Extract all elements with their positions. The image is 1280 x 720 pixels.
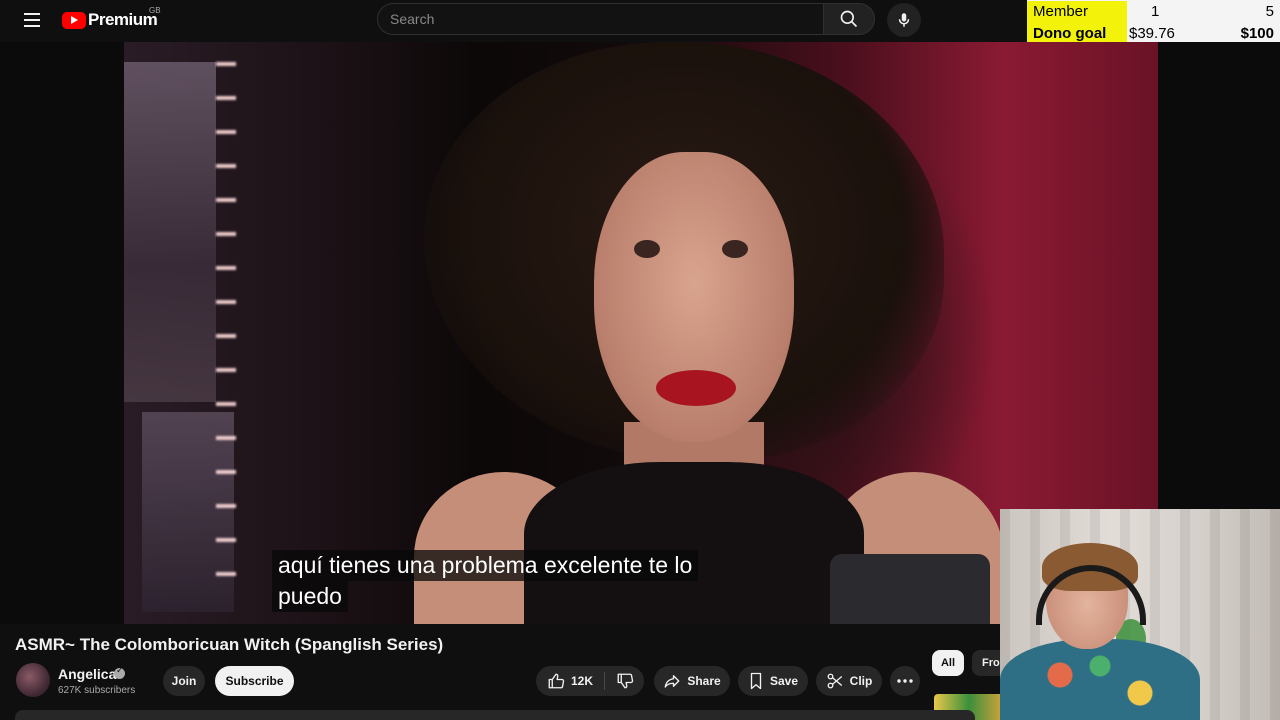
like-button[interactable]: 12K [536,666,604,696]
verified-icon [114,666,125,679]
dislike-button[interactable] [605,666,644,696]
fairy-lights [216,62,236,582]
presenter-eye-left [634,240,660,258]
member-goal-current: 1 [1151,3,1160,20]
share-label: Share [687,674,721,688]
streamer-webcam [1000,509,1280,720]
mug [830,554,990,624]
more-actions-button[interactable] [890,666,920,696]
join-button[interactable]: Join [163,666,205,696]
search-button[interactable] [823,3,875,35]
voice-search-button[interactable] [887,3,921,37]
member-goal-row: Member Goal 1 5 [1027,1,1280,42]
save-label: Save [769,674,799,688]
channel-avatar[interactable] [16,663,50,697]
subscriber-count: 627K subscribers [58,685,136,696]
subtitle-line-2: puedo [272,581,348,612]
search-box [377,3,823,35]
thumbs-down-icon [617,673,633,689]
channel-name[interactable]: Angelica [58,666,116,682]
subtitle-line-1: aquí tienes una problema excelente te lo [272,550,699,581]
scissors-icon [827,673,842,689]
bookmark-icon [750,672,762,690]
youtube-play-icon [62,11,86,29]
share-button[interactable]: Share [654,666,730,696]
subscribe-button[interactable]: Subscribe [215,666,294,696]
wall-poster [124,62,216,402]
presenter-face [594,152,794,442]
clip-label: Clip [849,674,873,688]
like-count: 12K [570,674,593,688]
youtube-premium-logo[interactable]: Premium [62,8,158,32]
presenter-eye-right [722,240,748,258]
search-input[interactable] [378,4,823,34]
chip-all[interactable]: All [932,650,964,676]
thumbs-up-icon [548,673,565,689]
video-title: ASMR~ The Colomboricuan Witch (Spanglish… [15,635,444,654]
member-goal-label: Member Goal [1027,1,1127,42]
like-dislike-group: 12K [536,666,644,696]
share-icon [664,675,680,688]
member-goal-target: 5 [1265,3,1274,20]
region-label: GB [149,6,161,15]
presenter-lips [656,370,736,406]
save-button[interactable]: Save [738,666,808,696]
description-box[interactable] [15,710,975,720]
more-horizontal-icon [897,679,913,683]
microphone-icon [898,13,910,27]
menu-icon[interactable] [16,6,48,34]
streamer-shirt [1000,639,1200,720]
logo-text: Premium [88,10,158,29]
clip-button[interactable]: Clip [816,666,882,696]
subtitles: aquí tienes una problema excelente te lo… [272,550,699,612]
search-icon [840,10,858,28]
stream-goal-overlay: Member Goal 1 5 Dono goal $39.76 $100 [1027,0,1280,45]
